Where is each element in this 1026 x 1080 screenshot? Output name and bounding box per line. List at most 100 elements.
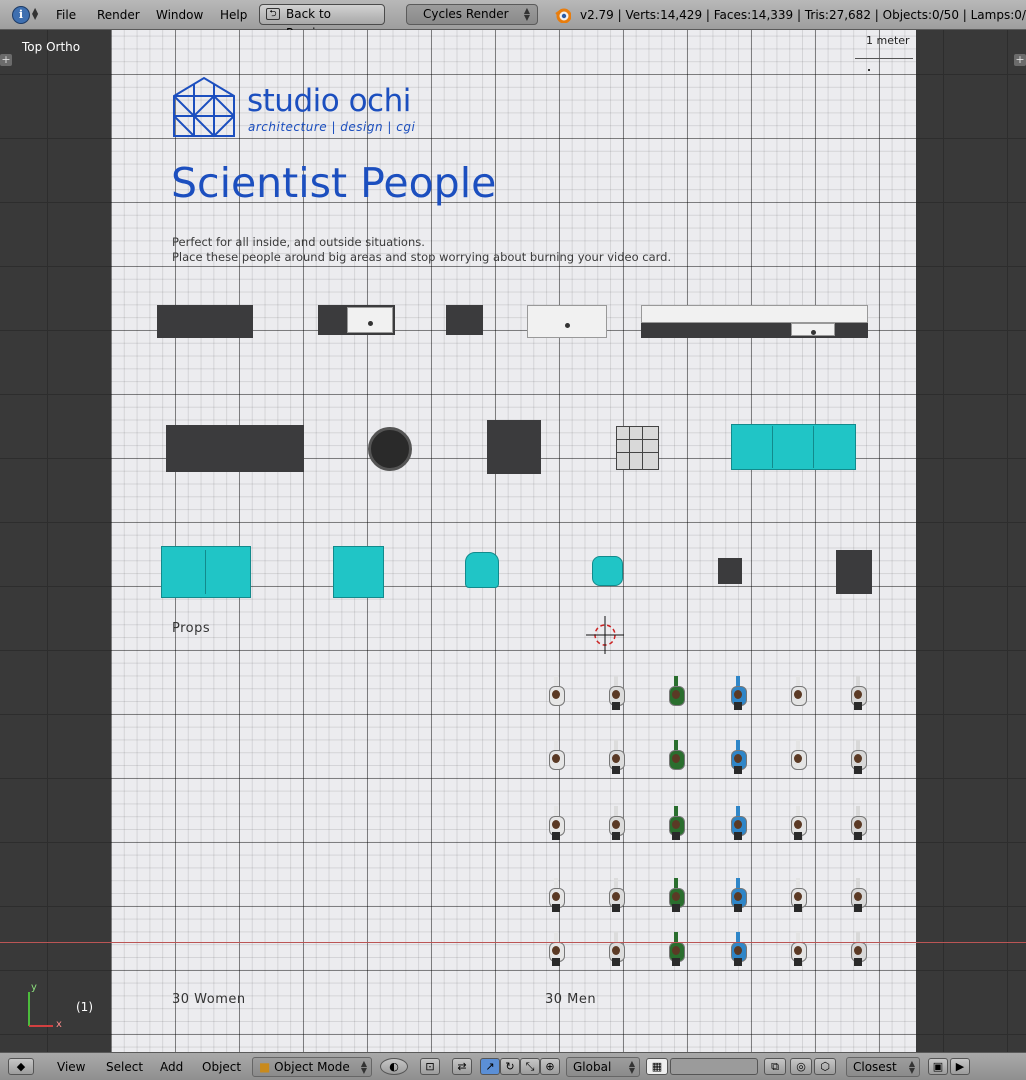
person-legs [854, 832, 862, 840]
info-editor-icon[interactable]: i [12, 6, 30, 24]
person-figure[interactable] [847, 740, 869, 774]
person-head [672, 892, 680, 901]
person-figure[interactable] [605, 932, 627, 966]
person-figure[interactable] [665, 806, 687, 840]
person-figure[interactable] [847, 932, 869, 966]
prop-square-table[interactable] [487, 420, 541, 474]
viewport-shading-icon[interactable]: ◐ [380, 1058, 408, 1075]
sheet-title: Scientist People [171, 159, 497, 207]
menu-select[interactable]: Select [106, 1060, 143, 1074]
menu-add[interactable]: Add [160, 1060, 183, 1074]
translate-manipulator-icon[interactable]: ↗ [480, 1058, 500, 1075]
prop-cyan-sofa-long[interactable] [731, 424, 856, 470]
person-figure[interactable] [847, 676, 869, 710]
rotate-manipulator-icon[interactable]: ↻ [500, 1058, 520, 1075]
person-figure[interactable] [665, 932, 687, 966]
prop-round-stool[interactable] [368, 427, 412, 471]
person-legs [854, 766, 862, 774]
scale-manipulator-icon[interactable]: ⤡ [520, 1058, 540, 1075]
prop-grid-shelf[interactable] [616, 426, 659, 470]
x-axis-line [0, 942, 1026, 943]
snap-element-icon[interactable]: ⬡ [814, 1058, 836, 1075]
person-figure[interactable] [545, 932, 567, 966]
manipulator-toggle-icon[interactable]: ⇄ [452, 1058, 472, 1075]
person-figure[interactable] [665, 740, 687, 774]
prop-cabinet[interactable] [446, 305, 483, 335]
person-figure[interactable] [847, 806, 869, 840]
3d-cursor-icon[interactable] [586, 616, 624, 654]
transform-orientation-select[interactable]: Global ▲ ▼ [566, 1057, 640, 1077]
person-figure[interactable] [605, 740, 627, 774]
person-figure[interactable] [545, 878, 567, 912]
lock-camera-icon[interactable]: ⧉ [764, 1058, 786, 1075]
person-figure[interactable] [665, 676, 687, 710]
toolshelf-toggle-icon[interactable]: + [0, 54, 12, 66]
layer-buttons[interactable] [670, 1058, 758, 1075]
local-transform-icon[interactable]: ⊕ [540, 1058, 560, 1075]
person-figure[interactable] [847, 878, 869, 912]
sofa-seam [813, 426, 814, 468]
prop-lab-table[interactable] [166, 425, 304, 472]
menu-render[interactable]: Render [97, 8, 140, 22]
person-head [552, 754, 560, 763]
layers-icon[interactable]: ▦ [646, 1058, 668, 1075]
prop-cyan-armchair[interactable] [333, 546, 384, 598]
person-figure[interactable] [665, 878, 687, 912]
y-axis-icon [28, 992, 30, 1026]
prop-cyan-pouf[interactable] [592, 556, 623, 586]
person-figure[interactable] [605, 806, 627, 840]
prop-long-counter-top [641, 305, 868, 323]
prop-bench[interactable] [157, 305, 253, 338]
person-figure[interactable] [545, 740, 567, 774]
person-legs [794, 904, 802, 912]
person-head [854, 690, 862, 699]
3d-viewport[interactable]: 1 meter studio ochi architecture | desig… [0, 30, 1026, 1052]
person-figure[interactable] [545, 806, 567, 840]
person-legs [672, 904, 680, 912]
person-figure[interactable] [545, 676, 567, 710]
render-animation-icon[interactable]: ▶ [950, 1058, 970, 1075]
person-figure[interactable] [787, 740, 809, 774]
menu-window[interactable]: Window [156, 8, 203, 22]
person-head [552, 892, 560, 901]
logo-name: studio ochi [247, 83, 411, 119]
properties-toggle-icon[interactable]: + [1014, 54, 1026, 66]
render-still-icon[interactable]: ▣ [928, 1058, 948, 1075]
person-figure[interactable] [787, 878, 809, 912]
person-figure[interactable] [787, 932, 809, 966]
axis-gizmo: y x [24, 982, 62, 1030]
person-legs [734, 904, 742, 912]
person-legs [612, 766, 620, 774]
person-figure[interactable] [787, 806, 809, 840]
prop-cyan-chair[interactable] [465, 552, 499, 588]
person-legs [612, 958, 620, 966]
person-figure[interactable] [727, 932, 749, 966]
prop-tall-cabinet[interactable] [836, 550, 872, 594]
render-engine-select[interactable]: Cycles Render ▲ ▼ [406, 4, 538, 25]
editor-type-arrows-icon[interactable]: ▲ ▼ [32, 7, 38, 21]
prop-double-sink[interactable] [527, 305, 607, 338]
menu-object[interactable]: Object [202, 1060, 241, 1074]
back-to-previous-button[interactable]: ⮌ Back to Previous [259, 4, 385, 40]
snap-target-select[interactable]: Closest ▲ ▼ [846, 1057, 920, 1077]
person-legs [552, 904, 560, 912]
menu-help[interactable]: Help [220, 8, 247, 22]
person-head [672, 690, 680, 699]
person-figure[interactable] [727, 740, 749, 774]
person-figure[interactable] [787, 676, 809, 710]
person-figure[interactable] [727, 676, 749, 710]
person-figure[interactable] [727, 806, 749, 840]
menu-file[interactable]: File [56, 8, 76, 22]
person-figure[interactable] [727, 878, 749, 912]
mode-select[interactable]: ■ Object Mode ▲ ▼ [252, 1057, 372, 1077]
editor-type-cube-icon[interactable]: ◆ [8, 1058, 34, 1075]
person-head [734, 946, 742, 955]
person-legs [794, 958, 802, 966]
person-figure[interactable] [605, 676, 627, 710]
prop-cyan-loveseat[interactable] [161, 546, 251, 598]
pivot-point-icon[interactable]: ⊡ [420, 1058, 440, 1075]
prop-small-box[interactable] [718, 558, 742, 584]
proportional-edit-icon[interactable]: ◎ [790, 1058, 812, 1075]
menu-view[interactable]: View [57, 1060, 85, 1074]
person-figure[interactable] [605, 878, 627, 912]
